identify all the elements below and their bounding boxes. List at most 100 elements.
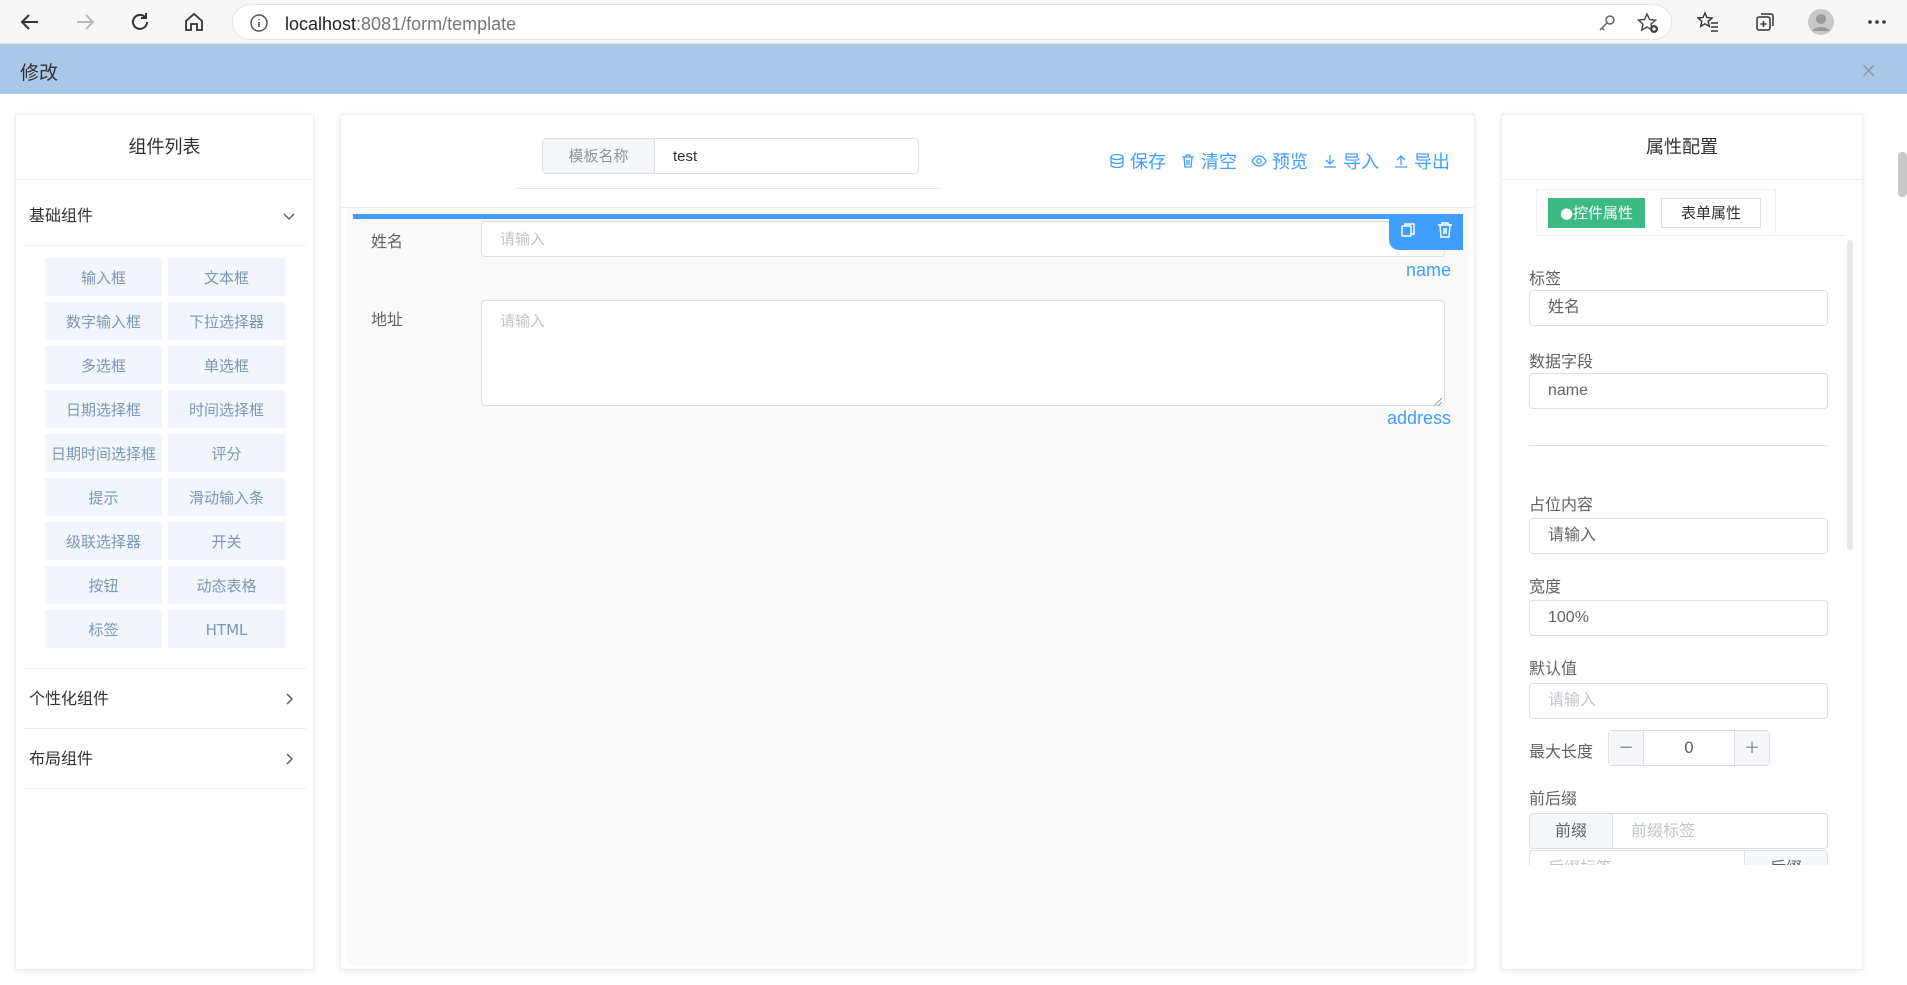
info-icon[interactable] [249,13,269,37]
component-item[interactable]: 开关 [168,522,285,560]
suffix-input[interactable]: 后缀标签 [1530,851,1744,865]
prop-label-label: 标签 [1529,269,1562,288]
prop-field-input[interactable]: name [1529,373,1828,409]
reload-icon[interactable] [126,8,154,36]
delete-icon[interactable] [1436,221,1454,243]
prop-default-input[interactable]: 请输入 [1529,683,1828,719]
suffix-button[interactable]: 后缀 [1744,851,1827,865]
divider [517,188,942,189]
component-item[interactable]: 评分 [168,434,285,472]
export-label: 导出 [1414,152,1450,173]
prefix-field: 前缀 前缀标签 [1529,813,1828,849]
field-key: name [1405,260,1451,280]
chevron-right-icon [282,669,296,729]
preview-label: 预览 [1272,152,1308,173]
add-favorite-icon[interactable] [1636,12,1659,38]
prop-placeholder-input[interactable]: 请输入 [1529,518,1828,554]
key-icon[interactable] [1597,13,1617,37]
component-list-panel: 组件列表 基础组件 输入框 文本框 数字输入框 下拉选择器 多选框 单选框 日期… [15,114,314,970]
component-item[interactable]: 下拉选择器 [168,302,285,340]
component-item[interactable]: 滑动输入条 [168,478,285,516]
maxlen-value[interactable]: 0 [1643,731,1735,765]
home-icon[interactable] [180,8,208,36]
component-item[interactable]: 级联选择器 [45,522,162,560]
component-item[interactable]: 提示 [45,478,162,516]
group-basic-header[interactable]: 基础组件 [23,186,306,246]
avatar[interactable] [1807,8,1835,36]
component-item[interactable]: 文本框 [168,258,285,296]
field-label: 地址 [371,310,404,329]
selected-indicator [353,214,1463,219]
group-basic-label: 基础组件 [29,206,94,225]
field-key: address [1386,408,1451,428]
form-canvas[interactable]: 姓名 请输入 name 地址 请输入 address [347,208,1468,965]
component-item[interactable]: 单选框 [168,346,285,384]
template-name-input[interactable] [655,139,918,173]
component-item[interactable]: 输入框 [45,258,162,296]
prop-affix-label: 前后缀 [1529,789,1578,808]
prefix-button[interactable]: 前缀 [1530,814,1613,848]
suffix-field-clip: 后缀标签 后缀 [1529,850,1828,865]
tab-form-props[interactable]: 表单属性 [1661,198,1761,228]
properties-scrollbar[interactable] [1847,240,1853,550]
prop-maxlen-label: 最大长度 [1529,742,1594,761]
close-icon[interactable]: × [1860,58,1877,82]
field-actions [1389,214,1463,250]
import-label: 导入 [1343,152,1379,173]
component-list-title: 组件列表 [16,115,313,180]
component-item[interactable]: 按钮 [45,566,162,604]
template-name-label: 模板名称 [543,139,655,173]
prefix-input[interactable]: 前缀标签 [1613,814,1827,848]
database-icon [1110,153,1124,169]
prop-placeholder-label: 占位内容 [1529,495,1594,514]
component-item[interactable]: 标签 [45,610,162,648]
form-design-panel: 模板名称 保存 清空 预览 导入 导出 姓名 请输入 [340,114,1475,970]
increment-button[interactable]: + [1735,731,1769,765]
group-layout-label: 布局组件 [29,749,94,768]
suffix-field: 后缀标签 后缀 [1529,850,1828,865]
component-item[interactable]: 日期时间选择框 [45,434,162,472]
save-button[interactable]: 保存 [1109,148,1166,174]
browser-toolbar: localhost:8081/form/template [0,0,1907,44]
field-textarea-preview[interactable]: 请输入 [481,300,1445,406]
forward-icon[interactable] [71,8,99,36]
export-button[interactable]: 导出 [1393,148,1450,174]
basic-components-grid: 输入框 文本框 数字输入框 下拉选择器 多选框 单选框 日期选择框 时间选择框 … [23,246,306,669]
clear-button[interactable]: 清空 [1180,148,1237,174]
decrement-button[interactable]: − [1609,731,1643,765]
chevron-down-icon [282,186,296,246]
page-scrollbar[interactable] [1898,152,1907,197]
component-item[interactable]: HTML [168,610,285,648]
field-input-preview[interactable]: 请输入 [481,221,1445,257]
component-item[interactable]: 数字输入框 [45,302,162,340]
form-item-name[interactable]: 姓名 请输入 name [353,208,1463,280]
dialog-header: 修改 × [0,44,1907,94]
copy-icon[interactable] [1399,221,1417,243]
group-custom-header[interactable]: 个性化组件 [23,669,306,729]
component-item[interactable]: 多选框 [45,346,162,384]
preview-button[interactable]: 预览 [1251,148,1308,174]
prop-width-label: 宽度 [1529,577,1562,596]
collections-icon[interactable] [1751,8,1779,36]
prop-label-input[interactable]: 姓名 [1529,290,1828,326]
toolbar: 保存 清空 预览 导入 导出 [1109,148,1450,174]
url-host: localhost [285,14,357,34]
component-item[interactable]: 时间选择框 [168,390,285,428]
component-item[interactable]: 动态表格 [168,566,285,604]
more-icon[interactable] [1863,8,1891,36]
property-config-title: 属性配置 [1502,115,1862,180]
url-text: localhost:8081/form/template [285,14,516,35]
chevron-right-icon [282,729,296,789]
tab-control-props[interactable]: ●控件属性 [1548,198,1645,228]
property-config-panel: 属性配置 ●控件属性 表单属性 标签 姓名 数据字段 name 占位内容 请输入… [1501,114,1863,970]
import-button[interactable]: 导入 [1322,148,1379,174]
favorites-icon[interactable] [1694,8,1722,36]
form-item-address[interactable]: 地址 请输入 address [353,286,1463,436]
back-icon[interactable] [16,8,44,36]
component-item[interactable]: 日期选择框 [45,390,162,428]
group-layout-header[interactable]: 布局组件 [23,729,306,789]
address-bar[interactable]: localhost:8081/form/template [232,4,1672,40]
dialog-title: 修改 [20,62,59,84]
field-label: 姓名 [371,232,404,251]
prop-width-input[interactable]: 100% [1529,600,1828,636]
